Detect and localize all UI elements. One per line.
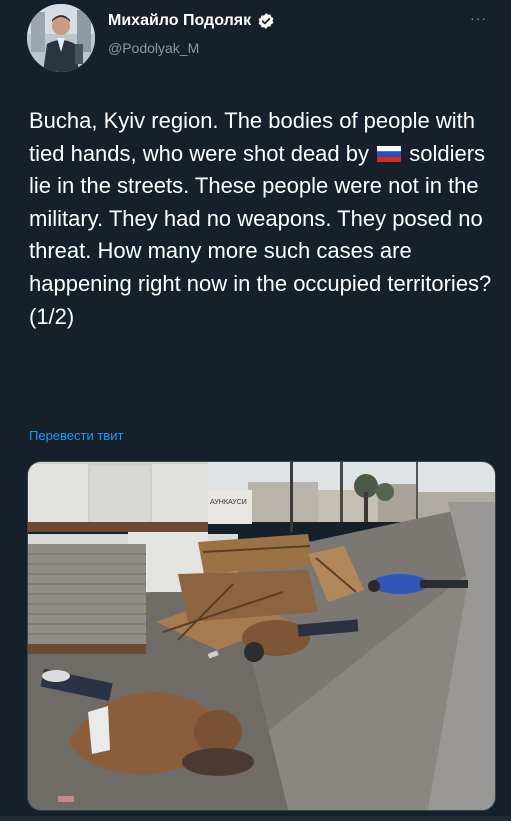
- display-name[interactable]: Михайло Подоляк: [108, 12, 251, 30]
- tweet: Михайло Подоляк @Podolyak_M ··· Bucha, K…: [0, 0, 511, 821]
- handle[interactable]: @Podolyak_M: [108, 40, 199, 56]
- shop-sign-text: АУНКАУСИ: [210, 499, 247, 506]
- author-name-row[interactable]: Михайло Подоляк: [108, 12, 275, 30]
- tweet-text-part-2: soldiers lie in the streets. These peopl…: [29, 140, 492, 329]
- tweet-text: Bucha, Kyiv region. The bodies of people…: [29, 105, 499, 333]
- more-options-icon[interactable]: ···: [470, 10, 487, 26]
- tweet-photo[interactable]: АУНКАУСИ: [27, 461, 496, 811]
- avatar[interactable]: [27, 4, 95, 72]
- street-scene-image: АУНКАУСИ: [28, 462, 495, 810]
- translate-tweet-link[interactable]: Перевести твит: [29, 428, 123, 443]
- verified-badge-icon: [258, 13, 274, 29]
- tweet-divider: [0, 816, 511, 821]
- avatar-image: [27, 4, 95, 72]
- russia-flag-icon: [377, 145, 402, 162]
